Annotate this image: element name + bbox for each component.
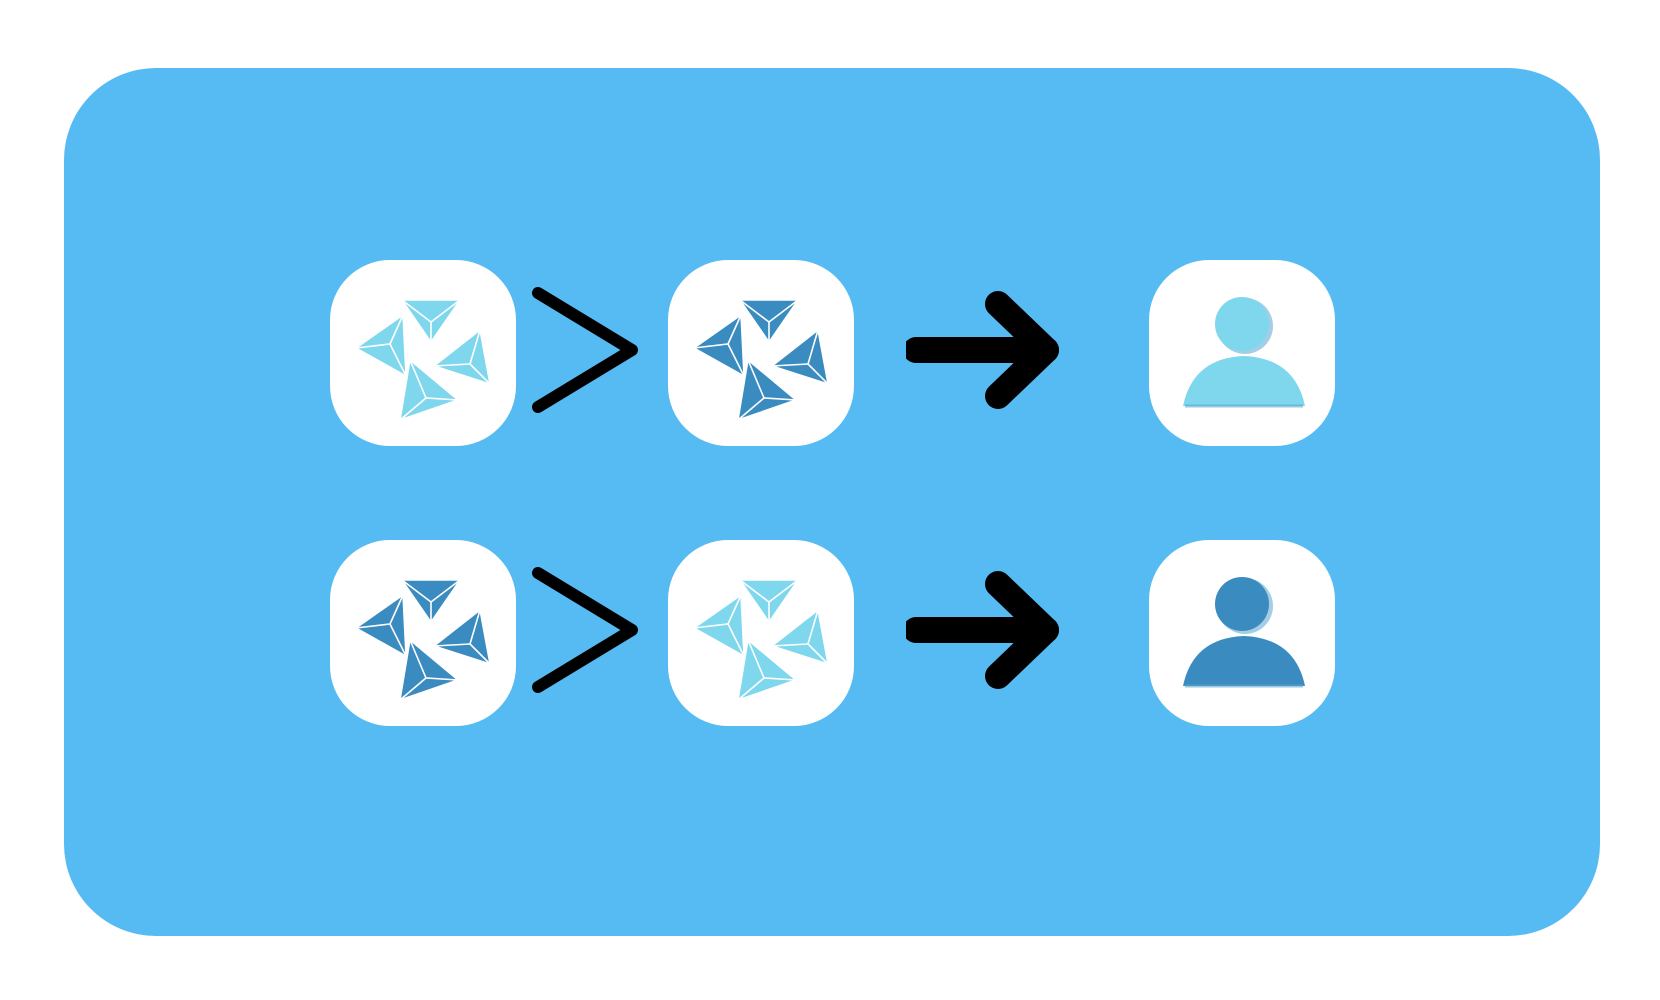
pinwheel-triangles-icon [693, 299, 829, 421]
row-1-right-tile [668, 260, 854, 446]
person-icon [1183, 577, 1305, 688]
person-icon [1183, 297, 1305, 408]
person-head [1215, 297, 1269, 351]
row-1-result-tile [1149, 260, 1335, 446]
person-body [1183, 356, 1305, 406]
greater-than-icon [530, 565, 640, 695]
row-2-left-tile [330, 540, 516, 726]
pinwheel-triangles-icon [693, 579, 829, 701]
right-arrow-icon [906, 290, 1066, 410]
row-2-result-tile [1149, 540, 1335, 726]
row-2-right-tile [668, 540, 854, 726]
person-body [1183, 636, 1305, 686]
pinwheel-triangles-icon [355, 579, 491, 701]
row-1-left-tile [330, 260, 516, 446]
right-arrow-icon [906, 570, 1066, 690]
background-panel [64, 68, 1600, 936]
pinwheel-triangles-icon [355, 299, 491, 421]
person-head [1215, 577, 1269, 631]
greater-than-icon [530, 285, 640, 415]
